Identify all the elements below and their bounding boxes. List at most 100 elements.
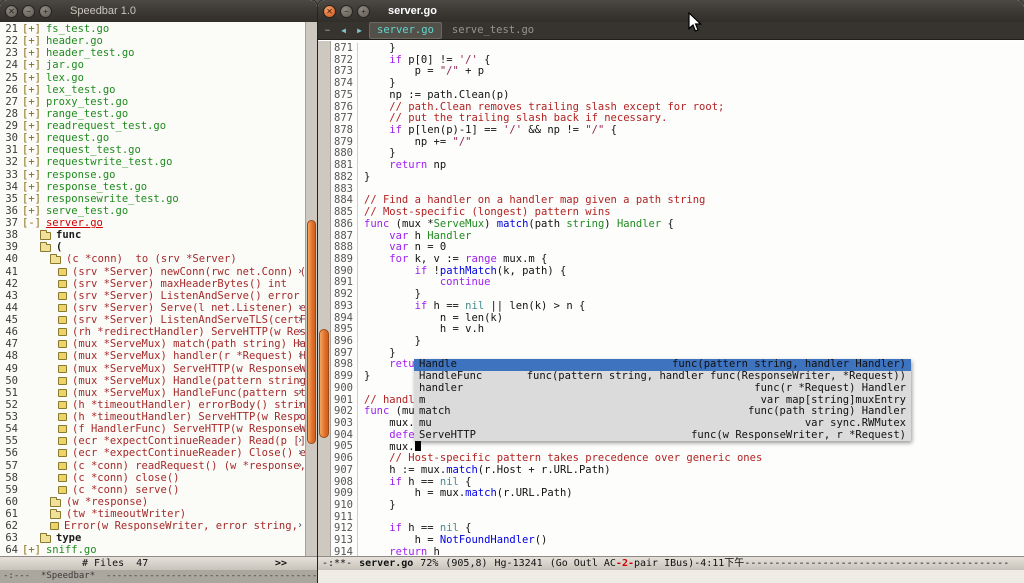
code-area[interactable]: 871 }872 if p[0] != '/' {873 p = "/" + p…: [331, 41, 1024, 556]
expand-toggle-button[interactable]: [+]: [22, 205, 41, 217]
expand-toggle-button[interactable]: [+]: [22, 84, 41, 96]
expand-toggle-button[interactable]: [+]: [22, 23, 41, 35]
completion-item[interactable]: muvar sync.RWMutex: [414, 418, 911, 430]
tag-label[interactable]: (srv *Server) ListenAndServeTLS(certF: [72, 314, 305, 326]
folder-icon[interactable]: [40, 244, 51, 252]
tag-icon[interactable]: [58, 486, 67, 494]
file-link[interactable]: header_test.go: [46, 47, 135, 59]
expand-toggle-button[interactable]: [+]: [22, 193, 41, 205]
file-link[interactable]: serve_test.go: [46, 205, 128, 217]
tag-label[interactable]: (rh *redirectHandler) ServeHTTP(w Res: [72, 326, 305, 338]
tag-label[interactable]: (ecr *expectContinueReader) Close() e: [72, 447, 305, 459]
maximize-icon[interactable]: +: [39, 5, 52, 18]
tag-label[interactable]: (c *conn) readRequest() (w *response,: [72, 460, 305, 472]
tag-label[interactable]: (ecr *expectContinueReader) Read(p []: [72, 435, 305, 447]
file-link[interactable]: proxy_test.go: [46, 96, 128, 108]
tag-label[interactable]: (c *conn) close(): [72, 472, 179, 484]
tag-icon[interactable]: [58, 437, 67, 445]
tag-icon[interactable]: [58, 340, 67, 348]
speedbar-titlebar[interactable]: ✕ − + Speedbar 1.0: [0, 0, 317, 22]
maximize-icon[interactable]: +: [357, 5, 370, 18]
tag-label[interactable]: (mux *ServeMux) ServeHTTP(w ResponseW: [72, 363, 305, 375]
tag-icon[interactable]: [58, 365, 67, 373]
tag-label[interactable]: (mux *ServeMux) match(path string) Ha: [72, 338, 305, 350]
tag-label[interactable]: type: [56, 532, 81, 544]
file-link[interactable]: response.go: [46, 169, 116, 181]
file-link[interactable]: readrequest_test.go: [46, 120, 166, 132]
file-link[interactable]: request_test.go: [46, 144, 141, 156]
tag-label[interactable]: (srv *Server) Serve(l net.Listener) e: [72, 302, 305, 314]
tag-label[interactable]: (srv *Server) ListenAndServe() error: [72, 290, 300, 302]
nav-forward-button[interactable]: >>: [275, 557, 287, 570]
close-icon[interactable]: ✕: [5, 5, 18, 18]
tag-label[interactable]: (srv *Server) maxHeaderBytes() int: [72, 278, 287, 290]
tag-icon[interactable]: [58, 401, 67, 409]
file-link[interactable]: range_test.go: [46, 108, 128, 120]
expand-toggle-button[interactable]: [+]: [22, 120, 41, 132]
close-icon[interactable]: ✕: [323, 5, 336, 18]
modeline-buffer-name[interactable]: server.go: [359, 557, 413, 570]
scrollbar-thumb[interactable]: [307, 220, 316, 444]
tab-serve-test-go[interactable]: serve_test.go: [445, 23, 541, 38]
code-text[interactable]: }: [364, 500, 396, 512]
file-link[interactable]: lex.go: [46, 72, 84, 84]
tag-icon[interactable]: [58, 413, 67, 421]
tag-label[interactable]: (h *timeoutHandler) errorBody() strin: [72, 399, 305, 411]
tag-label[interactable]: (mux *ServeMux) HandleFunc(pattern st: [72, 387, 305, 399]
tag-icon[interactable]: [58, 316, 67, 324]
tag-label[interactable]: (c *conn) serve(): [72, 484, 179, 496]
tag-icon[interactable]: [58, 280, 67, 288]
expand-toggle-button[interactable]: [+]: [22, 72, 41, 84]
tabbar-home-button[interactable]: −: [321, 26, 334, 36]
tag-icon[interactable]: [58, 292, 67, 300]
tag-label[interactable]: (tw *timeoutWriter): [66, 508, 186, 520]
tag-label[interactable]: (mux *ServeMux) Handle(pattern string: [72, 375, 305, 387]
tag-icon[interactable]: [58, 328, 67, 336]
expand-toggle-button[interactable]: [+]: [22, 544, 41, 556]
expand-toggle-button[interactable]: [+]: [22, 35, 41, 47]
tag-label[interactable]: (mux *ServeMux) handler(r *Request) H: [72, 350, 305, 362]
file-link[interactable]: response_test.go: [46, 181, 147, 193]
folder-icon[interactable]: [40, 535, 51, 543]
expand-toggle-button[interactable]: [+]: [22, 59, 41, 71]
tag-label[interactable]: (: [56, 241, 62, 253]
editor-scrollbar[interactable]: [318, 41, 331, 556]
file-link[interactable]: fs_test.go: [46, 23, 109, 35]
file-link[interactable]: header.go: [46, 35, 103, 47]
minibuffer[interactable]: [318, 570, 1024, 583]
expand-toggle-button[interactable]: [+]: [22, 169, 41, 181]
modeline-modes-2[interactable]: pair IBus): [634, 557, 694, 570]
file-link[interactable]: lex_test.go: [46, 84, 116, 96]
tag-icon[interactable]: [58, 389, 67, 397]
code-text[interactable]: }: [364, 371, 370, 383]
expand-toggle-button[interactable]: [+]: [22, 47, 41, 59]
folder-icon[interactable]: [50, 511, 61, 519]
tag-label[interactable]: (srv *Server) newConn(rwc net.Conn) (c: [72, 266, 305, 278]
minimize-icon[interactable]: −: [340, 5, 353, 18]
tag-icon[interactable]: [58, 449, 67, 457]
scrollbar-thumb[interactable]: [319, 329, 329, 437]
tag-label[interactable]: (c *conn) to (srv *Server): [66, 253, 237, 265]
tag-icon[interactable]: [58, 304, 67, 312]
tag-icon[interactable]: [58, 377, 67, 385]
expand-toggle-button[interactable]: [+]: [22, 108, 41, 120]
code-text[interactable]: return h: [364, 547, 440, 556]
expand-toggle-button[interactable]: [-]: [22, 217, 41, 229]
code-text[interactable]: }: [364, 172, 370, 184]
expand-toggle-button[interactable]: [+]: [22, 156, 41, 168]
folder-icon[interactable]: [40, 232, 51, 240]
tab-scroll-left-icon[interactable]: ◀: [337, 26, 350, 35]
completion-item[interactable]: ServeHTTPfunc(w ResponseWriter, r *Reque…: [414, 430, 911, 442]
expand-toggle-button[interactable]: [+]: [22, 132, 41, 144]
code-text[interactable]: return np: [364, 160, 446, 172]
file-link[interactable]: jar.go: [46, 59, 84, 71]
file-link[interactable]: requestwrite_test.go: [46, 156, 172, 168]
expand-toggle-button[interactable]: [+]: [22, 181, 41, 193]
expand-toggle-button[interactable]: [+]: [22, 144, 41, 156]
speedbar-scrollbar[interactable]: [305, 22, 317, 556]
tag-label[interactable]: Error(w ResponseWriter, error string, c: [64, 520, 305, 532]
tag-icon[interactable]: [58, 474, 67, 482]
expand-toggle-button[interactable]: [+]: [22, 96, 41, 108]
file-link[interactable]: responsewrite_test.go: [46, 193, 179, 205]
folder-icon[interactable]: [50, 256, 61, 264]
